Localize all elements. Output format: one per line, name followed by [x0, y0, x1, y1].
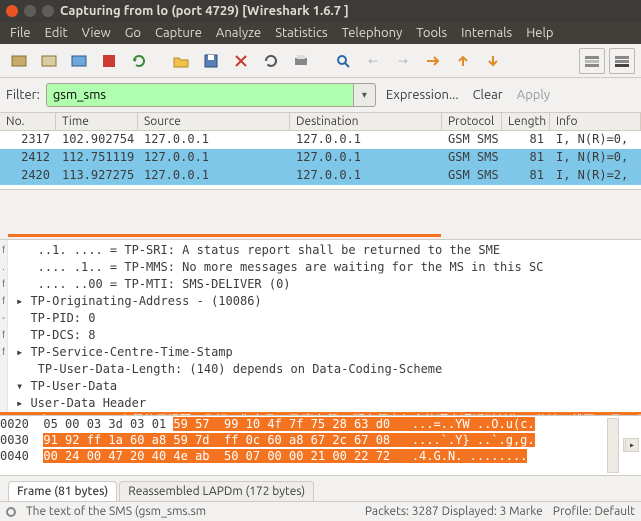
tree-line[interactable]: ..1. .... = TP-SRI: A status report shal…	[16, 242, 637, 259]
col-length[interactable]: Length	[502, 113, 550, 130]
col-info[interactable]: Info	[550, 113, 641, 130]
options-icon[interactable]	[36, 48, 62, 74]
toolbar: ← →	[0, 44, 641, 78]
tree-line[interactable]: TP-User-Data-Length: (140) depends on Da…	[16, 361, 637, 378]
goto-icon[interactable]	[420, 48, 446, 74]
details-pane[interactable]: f.ff-ff ..1. .... = TP-SRI: A status rep…	[0, 239, 641, 415]
menu-analyze[interactable]: Analyze	[216, 26, 261, 40]
pane-splitter[interactable]	[0, 189, 641, 239]
window-title: Capturing from lo (port 4729) [Wireshark…	[60, 4, 349, 18]
status-text: The text of the SMS (gsm_sms.sm	[26, 505, 206, 518]
menu-capture[interactable]: Capture	[155, 26, 202, 40]
menu-statistics[interactable]: Statistics	[275, 26, 327, 40]
tree-line[interactable]: .... ..00 = TP-MTI: SMS-DELIVER (0)	[16, 276, 637, 293]
filter-apply[interactable]: Apply	[513, 88, 554, 102]
col-source[interactable]: Source	[138, 113, 290, 130]
col-protocol[interactable]: Protocol	[442, 113, 502, 130]
colorize-icon[interactable]	[579, 48, 605, 74]
hex-line[interactable]: 0040 00 24 00 47 20 40 4e ab 50 07 00 00…	[0, 448, 641, 464]
tab-frame[interactable]: Frame (81 bytes)	[8, 481, 117, 501]
maximize-icon[interactable]	[42, 5, 54, 17]
filter-input[interactable]	[46, 83, 354, 107]
hex-line[interactable]: 0020 05 00 03 3d 03 01 59 57 99 10 4f 7f…	[0, 416, 641, 432]
packet-list-header: No. Time Source Destination Protocol Len…	[0, 112, 641, 131]
tree-line[interactable]: TP-PID: 0	[16, 310, 637, 327]
filter-expression[interactable]: Expression...	[382, 88, 463, 102]
tree-line[interactable]: TP-DCS: 8	[16, 327, 637, 344]
forward-icon[interactable]: →	[390, 48, 416, 74]
menubar: File Edit View Go Capture Analyze Statis…	[0, 22, 641, 44]
menu-help[interactable]: Help	[526, 26, 553, 40]
separator	[156, 48, 164, 74]
restart-icon[interactable]	[126, 48, 152, 74]
table-row[interactable]: 2420113.927275127.0.0.1127.0.0.1GSM SMS8…	[0, 167, 641, 185]
col-time[interactable]: Time	[56, 113, 138, 130]
status-bar: The text of the SMS (gsm_sms.sm Packets:…	[0, 501, 641, 521]
vscroll[interactable]	[607, 418, 619, 473]
filter-label: Filter:	[6, 88, 40, 102]
open-icon[interactable]	[168, 48, 194, 74]
autoscroll-icon[interactable]	[609, 48, 635, 74]
menu-tools[interactable]: Tools	[416, 26, 447, 40]
separator	[318, 48, 326, 74]
status-packets: Packets: 3287 Displayed: 3 Marke	[365, 505, 543, 518]
bytes-tabs: Frame (81 bytes) Reassembled LAPDm (172 …	[0, 475, 641, 501]
filter-dropdown[interactable]: ▾	[354, 83, 376, 107]
gotobottom-icon[interactable]	[480, 48, 506, 74]
tab-reassembled[interactable]: Reassembled LAPDm (172 bytes)	[119, 481, 314, 501]
menu-go[interactable]: Go	[125, 26, 141, 40]
menu-internals[interactable]: Internals	[461, 26, 512, 40]
packet-list[interactable]: 2317102.902754127.0.0.1127.0.0.1GSM SMS8…	[0, 131, 641, 189]
titlebar: Capturing from lo (port 4729) [Wireshark…	[0, 0, 641, 22]
print-icon[interactable]	[288, 48, 314, 74]
table-row[interactable]: 2317102.902754127.0.0.1127.0.0.1GSM SMS8…	[0, 131, 641, 149]
tree-line[interactable]: ▾ TP-User-Data	[16, 378, 637, 395]
hscroll-right-icon[interactable]: ▸	[625, 438, 639, 452]
col-destination[interactable]: Destination	[290, 113, 442, 130]
expert-led-icon[interactable]	[6, 507, 16, 517]
minimize-icon[interactable]	[24, 5, 36, 17]
menu-edit[interactable]: Edit	[45, 26, 68, 40]
gototop-icon[interactable]	[450, 48, 476, 74]
close-icon[interactable]	[6, 5, 18, 17]
menu-view[interactable]: View	[82, 26, 111, 40]
hex-line[interactable]: 0030 91 92 ff 1a 60 a8 59 7d ff 0c 60 a8…	[0, 432, 641, 448]
tree-line[interactable]: .... .1.. = TP-MMS: No more messages are…	[16, 259, 637, 276]
status-profile: Profile: Default	[553, 505, 635, 518]
back-icon[interactable]: ←	[360, 48, 386, 74]
tree-line[interactable]: ▸ TP-Originating-Address - (10086)	[16, 293, 637, 310]
table-row[interactable]: 2412112.751119127.0.0.1127.0.0.1GSM SMS8…	[0, 149, 641, 167]
interfaces-icon[interactable]	[6, 48, 32, 74]
save-icon[interactable]	[198, 48, 224, 74]
filter-clear[interactable]: Clear	[469, 88, 507, 102]
tree-line[interactable]: ▸ User-Data Header	[16, 395, 637, 412]
start-icon[interactable]	[66, 48, 92, 74]
bytes-pane[interactable]: 0020 05 00 03 3d 03 01 59 57 99 10 4f 7f…	[0, 415, 641, 475]
sms-text-line[interactable]: [SMS text: 套餐使用提醒：您好，您本月4G飞享套餐38版套餐中包含的语…	[0, 412, 641, 415]
close-file-icon[interactable]	[228, 48, 254, 74]
tree-line[interactable]: ▸ TP-Service-Centre-Time-Stamp	[16, 344, 637, 361]
stop-icon[interactable]	[96, 48, 122, 74]
col-no[interactable]: No.	[0, 113, 56, 130]
filterbar: Filter: ▾ Expression... Clear Apply	[0, 78, 641, 112]
reload-icon[interactable]	[258, 48, 284, 74]
menu-file[interactable]: File	[10, 26, 31, 40]
menu-telephony[interactable]: Telephony	[342, 26, 403, 40]
find-icon[interactable]	[330, 48, 356, 74]
